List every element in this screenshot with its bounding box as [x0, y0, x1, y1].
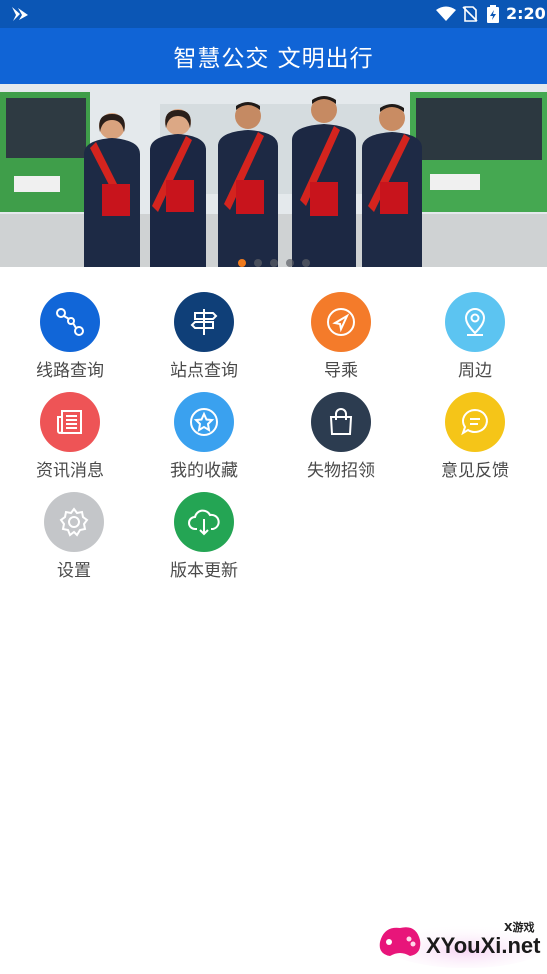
- cloud-download-icon: [174, 492, 234, 552]
- wifi-icon: [436, 6, 456, 21]
- feedback-button[interactable]: 意见反馈: [425, 392, 525, 488]
- favorites-button[interactable]: 我的收藏: [154, 392, 254, 488]
- carousel-dot-1[interactable]: [237, 259, 246, 267]
- page-title: 智慧公交 文明出行: [173, 46, 374, 72]
- star-icon: [174, 392, 234, 452]
- battery-icon: [487, 5, 499, 23]
- banner-photo: [0, 84, 547, 267]
- feedback-label: 意见反馈: [441, 461, 509, 481]
- banner-carousel[interactable]: [0, 84, 547, 267]
- nearby-button[interactable]: 周边: [425, 292, 525, 388]
- carousel-indicator: [0, 259, 547, 267]
- lost-found-button[interactable]: 失物招领: [291, 392, 391, 488]
- status-time: 2:20: [506, 4, 546, 23]
- app-notification-icon: [12, 7, 28, 21]
- gear-icon: [44, 492, 104, 552]
- carousel-dot-5[interactable]: [301, 259, 310, 267]
- compass-icon: [311, 292, 371, 352]
- news-label: 资讯消息: [36, 461, 104, 481]
- newspaper-icon: [40, 392, 100, 452]
- title-bar: 智慧公交 文明出行: [0, 28, 547, 84]
- no-sim-icon: [462, 6, 478, 22]
- status-bar: 2:20: [0, 0, 547, 28]
- carousel-dot-2[interactable]: [253, 259, 262, 267]
- shopping-bag-icon: [311, 392, 371, 452]
- favorites-label: 我的收藏: [170, 461, 238, 481]
- chat-bubble-icon: [445, 392, 505, 452]
- location-pin-icon: [445, 292, 505, 352]
- version-update-label: 版本更新: [170, 561, 238, 581]
- carousel-dot-4[interactable]: [285, 259, 294, 267]
- lost-found-label: 失物招领: [307, 461, 375, 481]
- version-update-button[interactable]: 版本更新: [154, 492, 254, 588]
- route-icon: [40, 292, 100, 352]
- nearby-label: 周边: [458, 361, 492, 381]
- signpost-icon: [174, 292, 234, 352]
- site-watermark: X游戏 XYouXi.net: [376, 912, 546, 968]
- watermark-site: XYouXi.net: [426, 933, 541, 958]
- settings-button[interactable]: 设置: [24, 492, 124, 588]
- route-query-button[interactable]: 线路查询: [20, 292, 120, 388]
- guide-button[interactable]: 导乘: [291, 292, 391, 388]
- news-button[interactable]: 资讯消息: [20, 392, 120, 488]
- carousel-dot-3[interactable]: [269, 259, 278, 267]
- station-query-button[interactable]: 站点查询: [154, 292, 254, 388]
- route-query-label: 线路查询: [36, 361, 104, 381]
- guide-label: 导乘: [324, 361, 358, 381]
- settings-label: 设置: [57, 561, 91, 581]
- station-query-label: 站点查询: [170, 361, 238, 381]
